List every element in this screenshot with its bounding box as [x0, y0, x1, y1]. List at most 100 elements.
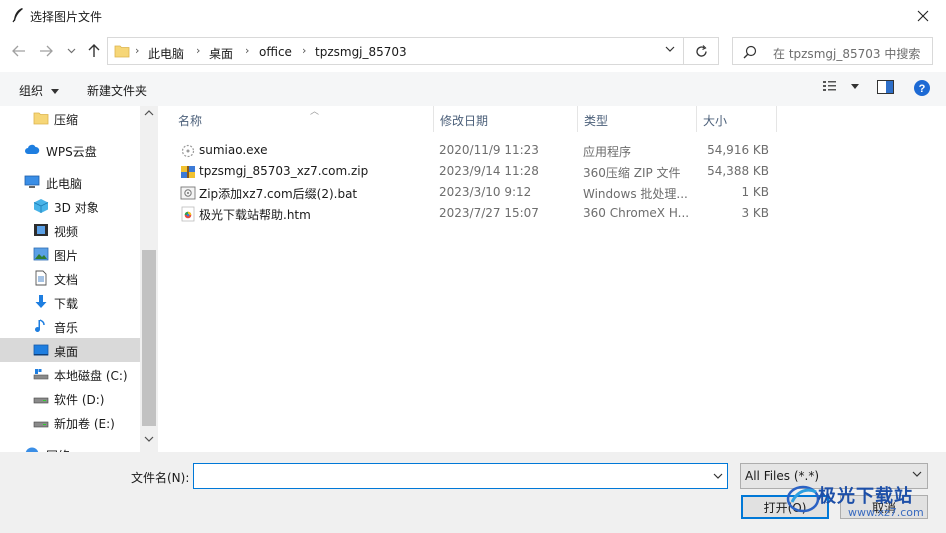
sidebar-item-drive-e[interactable]: 新加卷 (E:): [0, 410, 140, 434]
sidebar-item-drive-c[interactable]: 本地磁盘 (C:): [0, 362, 140, 386]
breadcrumb-this-pc[interactable]: 此电脑: [148, 45, 184, 62]
feather-icon: [12, 8, 23, 23]
exe-icon: [181, 144, 195, 158]
caret-down-icon: [50, 89, 59, 94]
filename-input[interactable]: [193, 463, 728, 489]
column-header-label: 名称: [178, 114, 203, 128]
sidebar-item-wps-cloud[interactable]: WPS云盘: [0, 138, 140, 162]
chevron-down-icon: [67, 48, 75, 54]
sidebar-item-videos[interactable]: 视频: [0, 218, 140, 242]
sidebar-item-music[interactable]: 音乐: [0, 314, 140, 338]
file-name: sumiao.exe: [199, 143, 268, 157]
column-header-date[interactable]: 修改日期: [434, 106, 578, 132]
desktop-icon: [33, 344, 49, 356]
navigation-bar: › 此电脑 › 桌面 › office › tpzsmgj_85703 在 tp…: [0, 33, 946, 69]
sidebar-scrollbar[interactable]: [140, 106, 158, 452]
file-size: 54,388 KB: [707, 164, 769, 178]
sidebar-item-network[interactable]: 网络: [0, 442, 140, 452]
title-bar: 选择图片文件: [0, 0, 946, 31]
sidebar-item-label: 视频: [54, 225, 79, 239]
refresh-icon: [695, 44, 707, 57]
watermark-logo-icon: [786, 485, 820, 513]
sidebar-item-documents[interactable]: 文档: [0, 266, 140, 290]
search-placeholder: 在 tpzsmgj_85703 中搜索: [773, 47, 921, 61]
sidebar-item-downloads[interactable]: 下载: [0, 290, 140, 314]
sidebar-item-label: 压缩: [54, 113, 79, 127]
column-header-name[interactable]: ︿ 名称: [172, 106, 434, 132]
scrollbar-thumb[interactable]: [142, 250, 156, 426]
breadcrumb-current-folder[interactable]: tpzsmgj_85703: [315, 45, 407, 59]
file-row[interactable]: Zip添加xz7.com后缀(2).bat 2023/3/10 9:12 Win…: [168, 182, 928, 203]
sidebar-item-label: 3D 对象: [54, 201, 99, 215]
column-header-size[interactable]: 大小: [697, 106, 777, 132]
forward-button[interactable]: [36, 41, 56, 61]
file-name: tpzsmgj_85703_xz7.com.zip: [199, 164, 369, 178]
recent-locations-button[interactable]: [61, 41, 81, 61]
chevron-down-icon[interactable]: [665, 46, 675, 52]
view-options-button[interactable]: [823, 80, 859, 95]
navigation-pane: 压缩 WPS云盘 此电脑 3D 对象 视频 图片 文档 下载 音乐 桌面 本地磁…: [0, 106, 158, 452]
breadcrumb-separator: ›: [245, 44, 250, 57]
scroll-up-icon[interactable]: [144, 110, 154, 116]
file-date: 2023/7/27 15:07: [439, 206, 539, 220]
help-button[interactable]: ?: [914, 80, 930, 99]
file-type: 360压缩 ZIP 文件: [583, 166, 681, 180]
sidebar-item-label: 软件 (D:): [54, 393, 105, 407]
file-type: 360 ChromeX H...: [583, 206, 689, 220]
preview-pane-button[interactable]: [877, 80, 894, 97]
refresh-button[interactable]: [684, 37, 719, 65]
drive-icon: [33, 397, 49, 404]
folder-icon: [33, 112, 49, 125]
column-header-label: 修改日期: [440, 114, 489, 128]
sidebar-item-this-pc[interactable]: 此电脑: [0, 170, 140, 194]
search-icon: [743, 45, 757, 59]
sidebar-item-label: 本地磁盘 (C:): [54, 369, 128, 383]
sidebar-item-label: 音乐: [54, 321, 79, 335]
arrow-right-icon: [40, 45, 53, 57]
close-button[interactable]: [900, 0, 946, 31]
sidebar-item-label: 文档: [54, 273, 79, 287]
music-icon: [35, 319, 45, 332]
sidebar-item-desktop[interactable]: 桌面: [0, 338, 140, 362]
organize-label: 组织: [19, 84, 44, 98]
sidebar-item-3d-objects[interactable]: 3D 对象: [0, 194, 140, 218]
sidebar-item-pictures[interactable]: 图片: [0, 242, 140, 266]
sidebar-item-drive-d[interactable]: 软件 (D:): [0, 386, 140, 410]
organize-menu[interactable]: 组织: [19, 82, 59, 99]
back-button[interactable]: [9, 41, 29, 61]
column-header-type[interactable]: 类型: [578, 106, 697, 132]
file-size: 54,916 KB: [707, 143, 769, 157]
address-bar[interactable]: › 此电脑 › 桌面 › office › tpzsmgj_85703: [107, 37, 684, 65]
watermark-url: www.xz7.com: [848, 506, 924, 519]
arrow-left-icon: [12, 45, 25, 57]
file-size: 3 KB: [741, 206, 769, 220]
sidebar-item-compress[interactable]: 压缩: [0, 106, 140, 130]
file-name: 极光下载站帮助.htm: [199, 208, 311, 222]
window-title: 选择图片文件: [30, 10, 103, 24]
scroll-down-icon[interactable]: [144, 436, 154, 442]
breadcrumb-separator: ›: [196, 44, 201, 57]
file-name: Zip添加xz7.com后缀(2).bat: [199, 187, 358, 201]
video-icon: [34, 224, 48, 236]
search-box[interactable]: 在 tpzsmgj_85703 中搜索: [732, 37, 933, 65]
up-button[interactable]: [84, 41, 104, 61]
sidebar-item-label: 图片: [54, 249, 79, 263]
new-folder-button[interactable]: 新建文件夹: [87, 82, 147, 99]
breadcrumb-desktop[interactable]: 桌面: [209, 45, 233, 62]
close-icon: [917, 10, 929, 21]
filename-label: 文件名(N):: [131, 471, 190, 485]
chevron-down-icon[interactable]: [713, 473, 723, 479]
file-type: 应用程序: [583, 145, 632, 159]
file-row[interactable]: tpzsmgj_85703_xz7.com.zip 2023/9/14 11:2…: [168, 161, 928, 182]
file-list: ︿ 名称 修改日期 类型 大小 sumiao.exe 2020/11/9 11:…: [158, 106, 946, 452]
chevron-down-icon: [912, 471, 922, 477]
breadcrumb-office[interactable]: office: [259, 45, 292, 59]
details-view-icon: [823, 81, 836, 91]
sidebar-item-label: WPS云盘: [46, 145, 97, 159]
drive-icon: [33, 421, 49, 428]
svg-text:?: ?: [919, 83, 926, 95]
file-row[interactable]: sumiao.exe 2020/11/9 11:23 应用程序 54,916 K…: [168, 140, 928, 161]
pictures-icon: [33, 247, 49, 261]
column-header-label: 大小: [703, 114, 728, 128]
file-row[interactable]: 极光下载站帮助.htm 2023/7/27 15:07 360 ChromeX …: [168, 203, 928, 224]
